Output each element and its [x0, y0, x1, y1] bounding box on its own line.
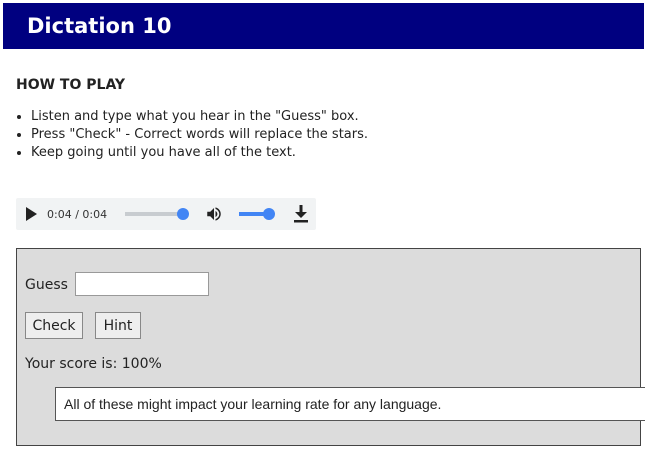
score-text: Your score is: 100%: [25, 356, 162, 372]
hint-button[interactable]: Hint: [95, 312, 141, 339]
instructions-list: Listen and type what you hear in the "Gu…: [13, 108, 368, 162]
page: Dictation 10 HOW TO PLAY Listen and type…: [0, 0, 645, 456]
audio-progress-slider[interactable]: [125, 208, 190, 220]
guess-label: Guess: [25, 277, 68, 293]
answer-text: All of these might impact your learning …: [55, 387, 645, 421]
play-icon[interactable]: [26, 207, 37, 221]
volume-icon[interactable]: [203, 205, 225, 223]
page-title: Dictation 10: [3, 3, 644, 49]
audio-time: 0:04 / 0:04: [47, 207, 108, 221]
instruction-item: Keep going until you have all of the tex…: [31, 144, 368, 162]
audio-progress-fill: [125, 212, 184, 216]
audio-progress-knob[interactable]: [177, 208, 190, 220]
guess-input[interactable]: [75, 272, 209, 296]
download-icon[interactable]: [293, 205, 309, 223]
instruction-item: Press "Check" - Correct words will repla…: [31, 126, 368, 144]
audio-player: 0:04 / 0:04: [16, 198, 316, 230]
volume-slider[interactable]: [239, 208, 276, 220]
check-button[interactable]: Check: [25, 312, 83, 339]
volume-knob[interactable]: [263, 208, 276, 220]
instructions-heading: HOW TO PLAY: [16, 77, 126, 93]
instruction-item: Listen and type what you hear in the "Gu…: [31, 108, 368, 126]
